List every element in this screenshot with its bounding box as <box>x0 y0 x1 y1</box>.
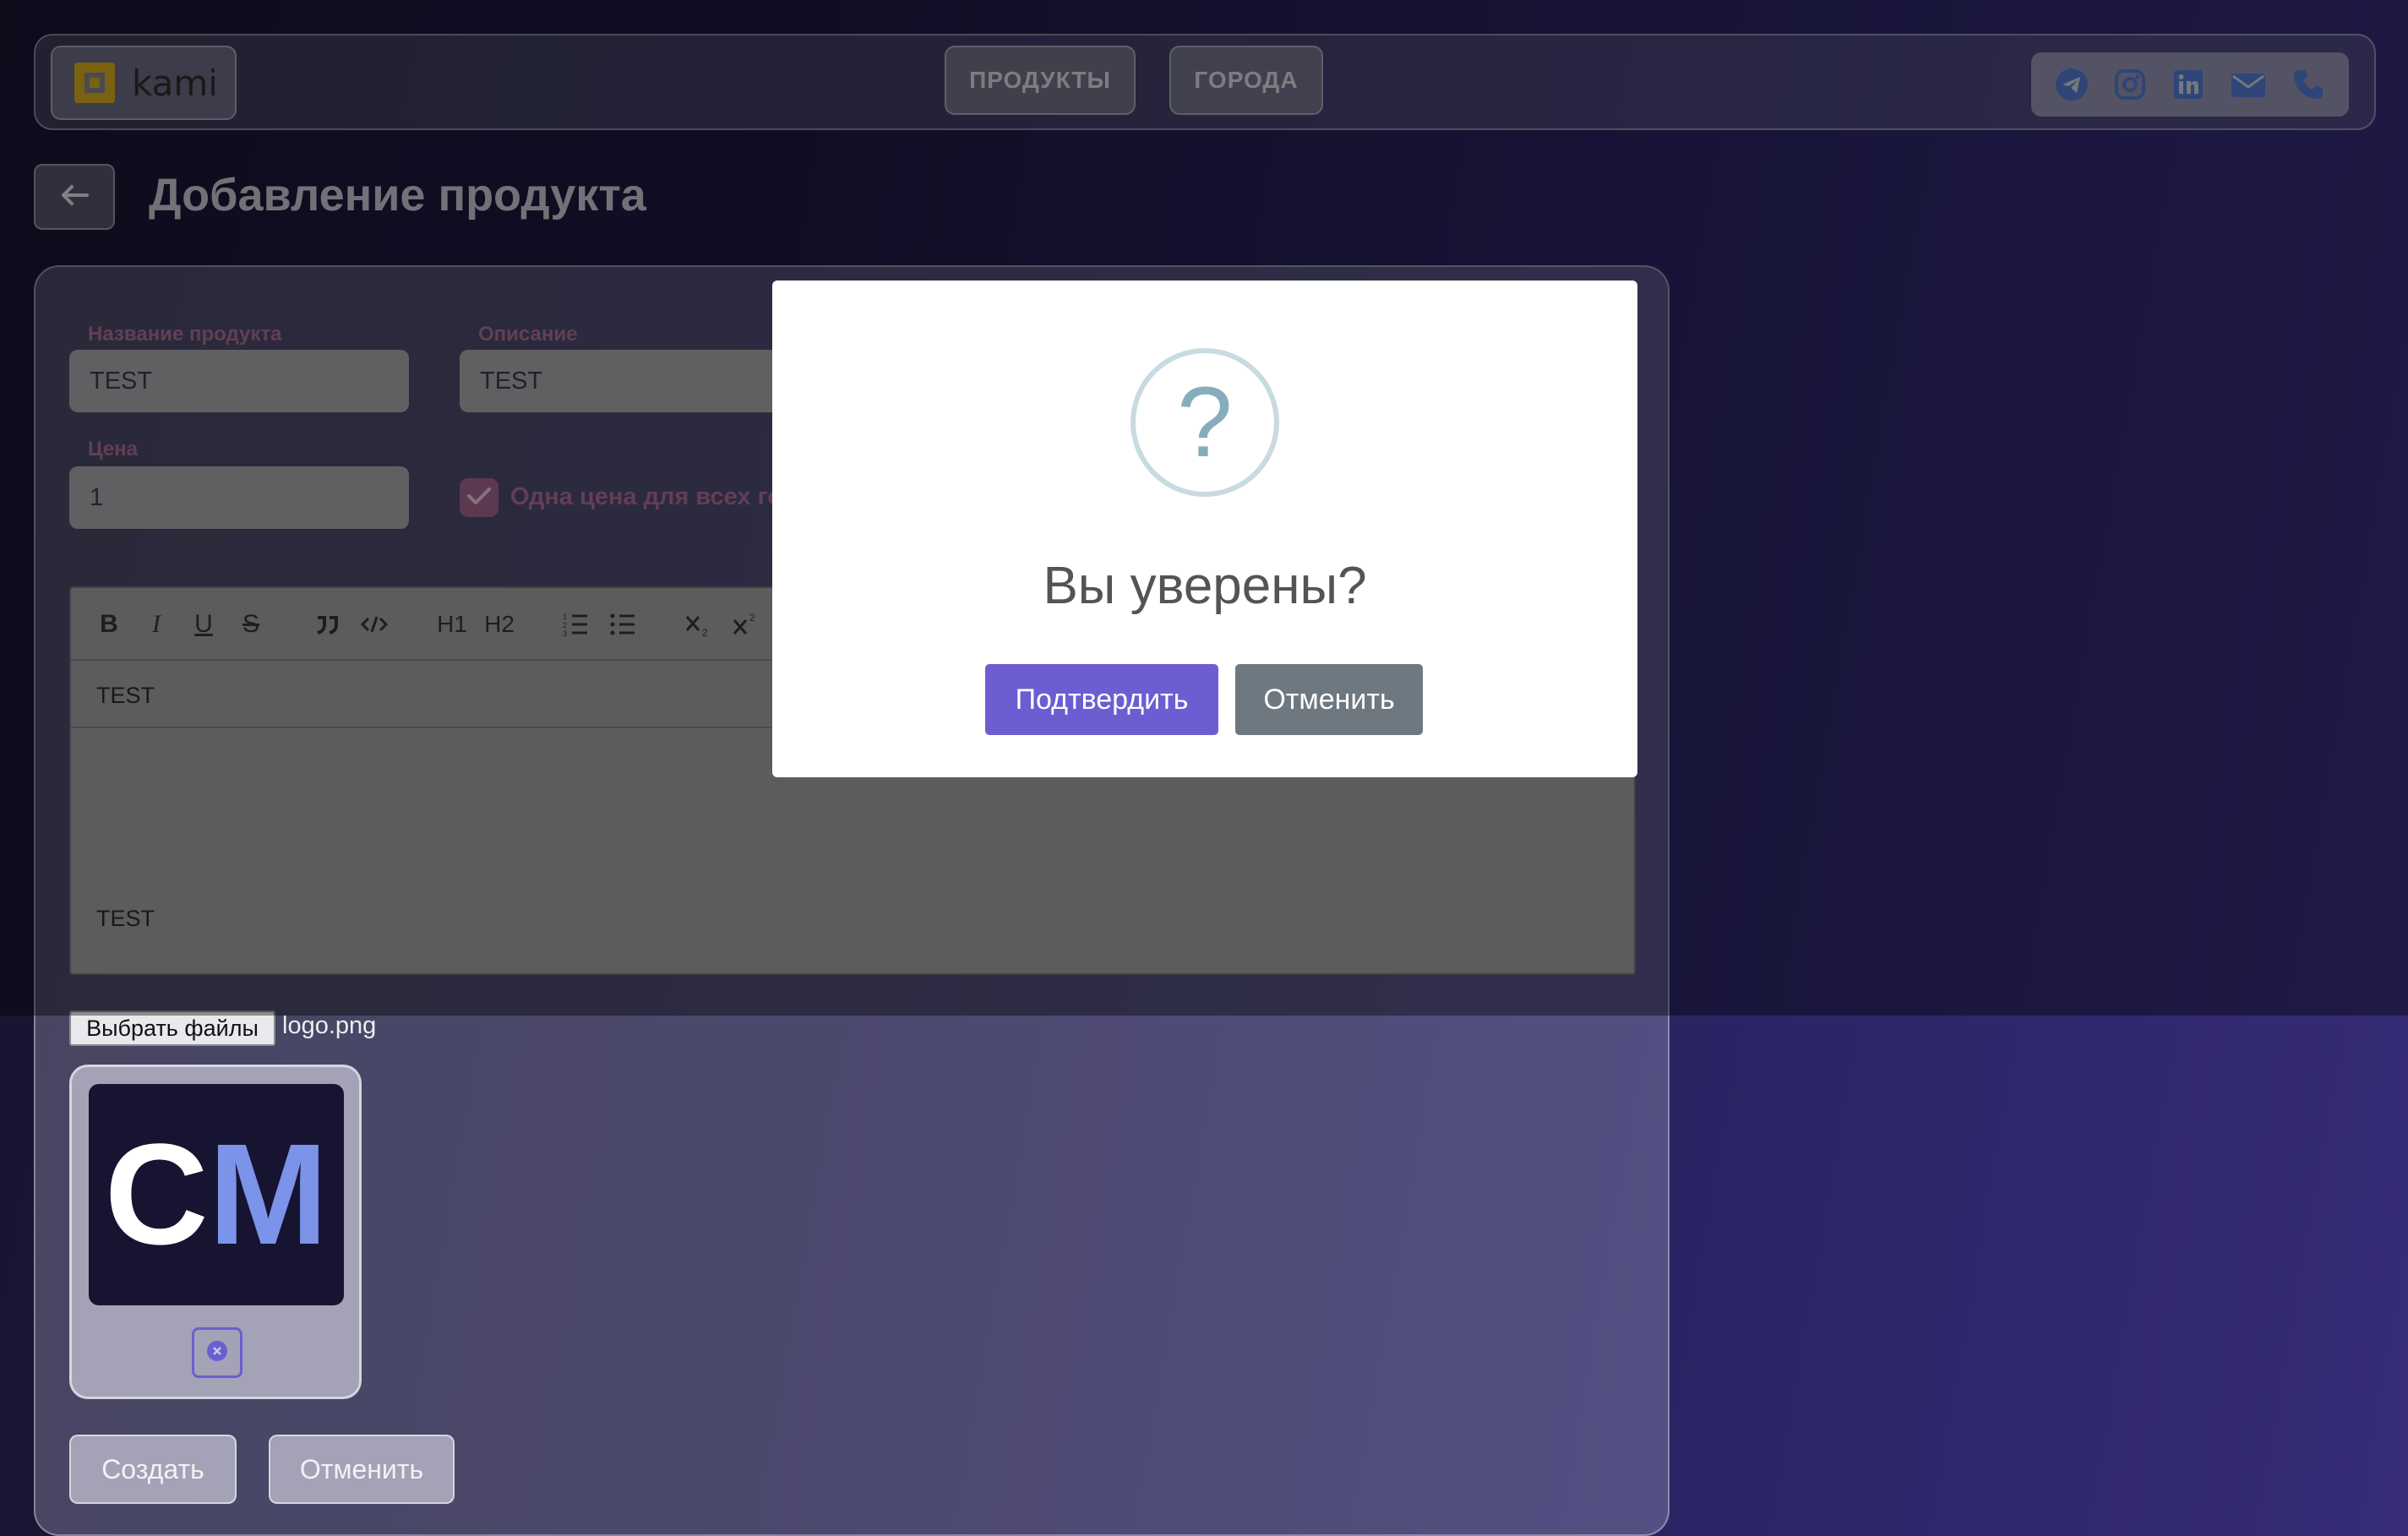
page-root: kami ПРОДУКТЫ ГОРОДА Добавление продукта… <box>0 0 2408 1536</box>
question-icon: ? <box>1130 348 1279 497</box>
uploaded-image-preview: CM <box>89 1084 344 1305</box>
preview-letter-m: M <box>208 1114 329 1275</box>
selected-file-name: logo.png <box>282 1012 377 1039</box>
confirm-button[interactable]: Подтвердить <box>985 664 1218 735</box>
image-preview-card: CM <box>69 1065 362 1399</box>
remove-image-button[interactable] <box>192 1327 242 1378</box>
create-button[interactable]: Создать <box>69 1435 237 1504</box>
preview-letter-c: C <box>104 1114 209 1275</box>
form-cancel-button[interactable]: Отменить <box>269 1435 455 1504</box>
dialog-title: Вы уверены? <box>1043 557 1367 615</box>
confirm-dialog: ? Вы уверены? Подтвердить Отменить <box>772 281 1637 777</box>
close-circle-icon <box>206 1340 228 1365</box>
dialog-cancel-button[interactable]: Отменить <box>1235 664 1423 735</box>
choose-files-button[interactable]: Выбрать файлы <box>69 1010 275 1046</box>
